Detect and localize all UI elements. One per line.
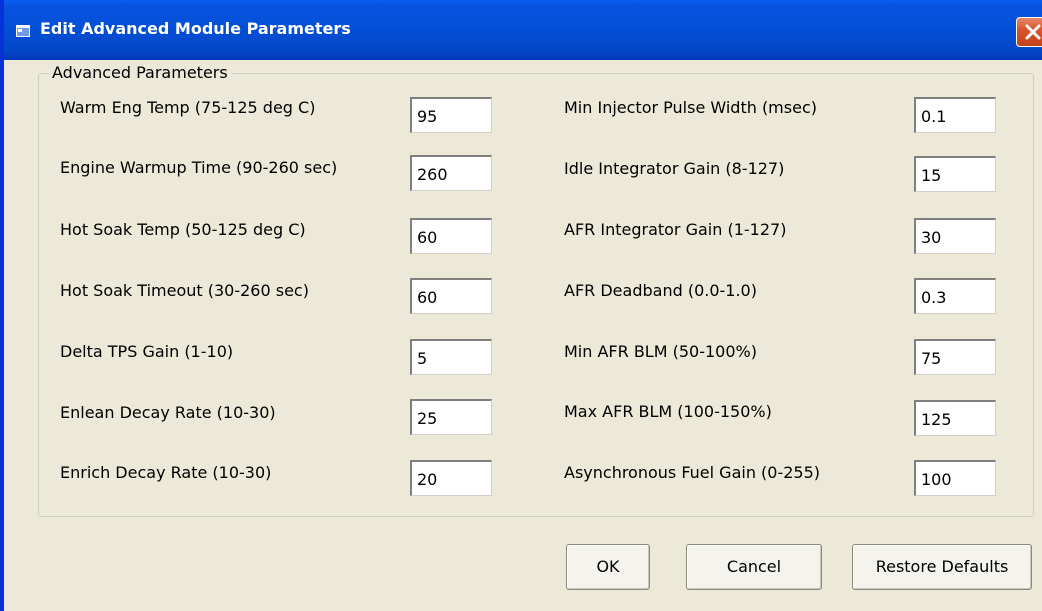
min-afr-blm-field[interactable]: 75 — [914, 339, 996, 375]
afr-deadband-field[interactable]: 0.3 — [914, 278, 996, 314]
title-bar[interactable]: Edit Advanced Module Parameters — [4, 0, 1042, 60]
dialog-window: Edit Advanced Module Parameters Advanced… — [0, 0, 1042, 611]
afr-integrator-gain-label: AFR Integrator Gain (1-127) — [564, 220, 787, 239]
asynchronous-fuel-gain-field[interactable]: 100 — [914, 460, 996, 496]
app-icon — [16, 25, 30, 37]
max-afr-blm-label: Max AFR BLM (100-150%) — [564, 402, 772, 421]
idle-integrator-gain-label: Idle Integrator Gain (8-127) — [564, 159, 785, 178]
enlean-decay-rate-field[interactable]: 25 — [410, 399, 492, 435]
afr-integrator-gain-field[interactable]: 30 — [914, 218, 996, 254]
warm-eng-temp-label: Warm Eng Temp (75-125 deg C) — [60, 98, 316, 117]
engine-warmup-time-field[interactable]: 260 — [410, 155, 492, 191]
enlean-decay-rate-label: Enlean Decay Rate (10-30) — [60, 403, 276, 422]
delta-tps-gain-label: Delta TPS Gain (1-10) — [60, 342, 234, 361]
warm-eng-temp-field[interactable]: 95 — [410, 97, 492, 133]
hot-soak-temp-field[interactable]: 60 — [410, 218, 492, 254]
hot-soak-timeout-label: Hot Soak Timeout (30-260 sec) — [60, 281, 309, 300]
enrich-decay-rate-label: Enrich Decay Rate (10-30) — [60, 463, 272, 482]
close-button[interactable] — [1016, 17, 1042, 47]
idle-integrator-gain-field[interactable]: 15 — [914, 156, 996, 192]
ok-button[interactable]: OK — [566, 544, 650, 590]
max-afr-blm-field[interactable]: 125 — [914, 400, 996, 436]
close-icon — [1025, 24, 1041, 40]
hot-soak-timeout-field[interactable]: 60 — [410, 278, 492, 314]
restore-defaults-button[interactable]: Restore Defaults — [852, 544, 1032, 590]
delta-tps-gain-field[interactable]: 5 — [410, 339, 492, 375]
engine-warmup-time-label: Engine Warmup Time (90-260 sec) — [60, 158, 338, 177]
afr-deadband-label: AFR Deadband (0.0-1.0) — [564, 281, 757, 300]
cancel-button[interactable]: Cancel — [686, 544, 822, 590]
min-injector-pulse-width-field[interactable]: 0.1 — [914, 97, 996, 133]
group-label: Advanced Parameters — [48, 64, 232, 82]
min-afr-blm-label: Min AFR BLM (50-100%) — [564, 342, 757, 361]
hot-soak-temp-label: Hot Soak Temp (50-125 deg C) — [60, 220, 306, 239]
enrich-decay-rate-field[interactable]: 20 — [410, 460, 492, 496]
min-injector-pulse-width-label: Min Injector Pulse Width (msec) — [564, 98, 817, 117]
asynchronous-fuel-gain-label: Asynchronous Fuel Gain (0-255) — [564, 463, 821, 482]
window-title: Edit Advanced Module Parameters — [40, 19, 351, 38]
